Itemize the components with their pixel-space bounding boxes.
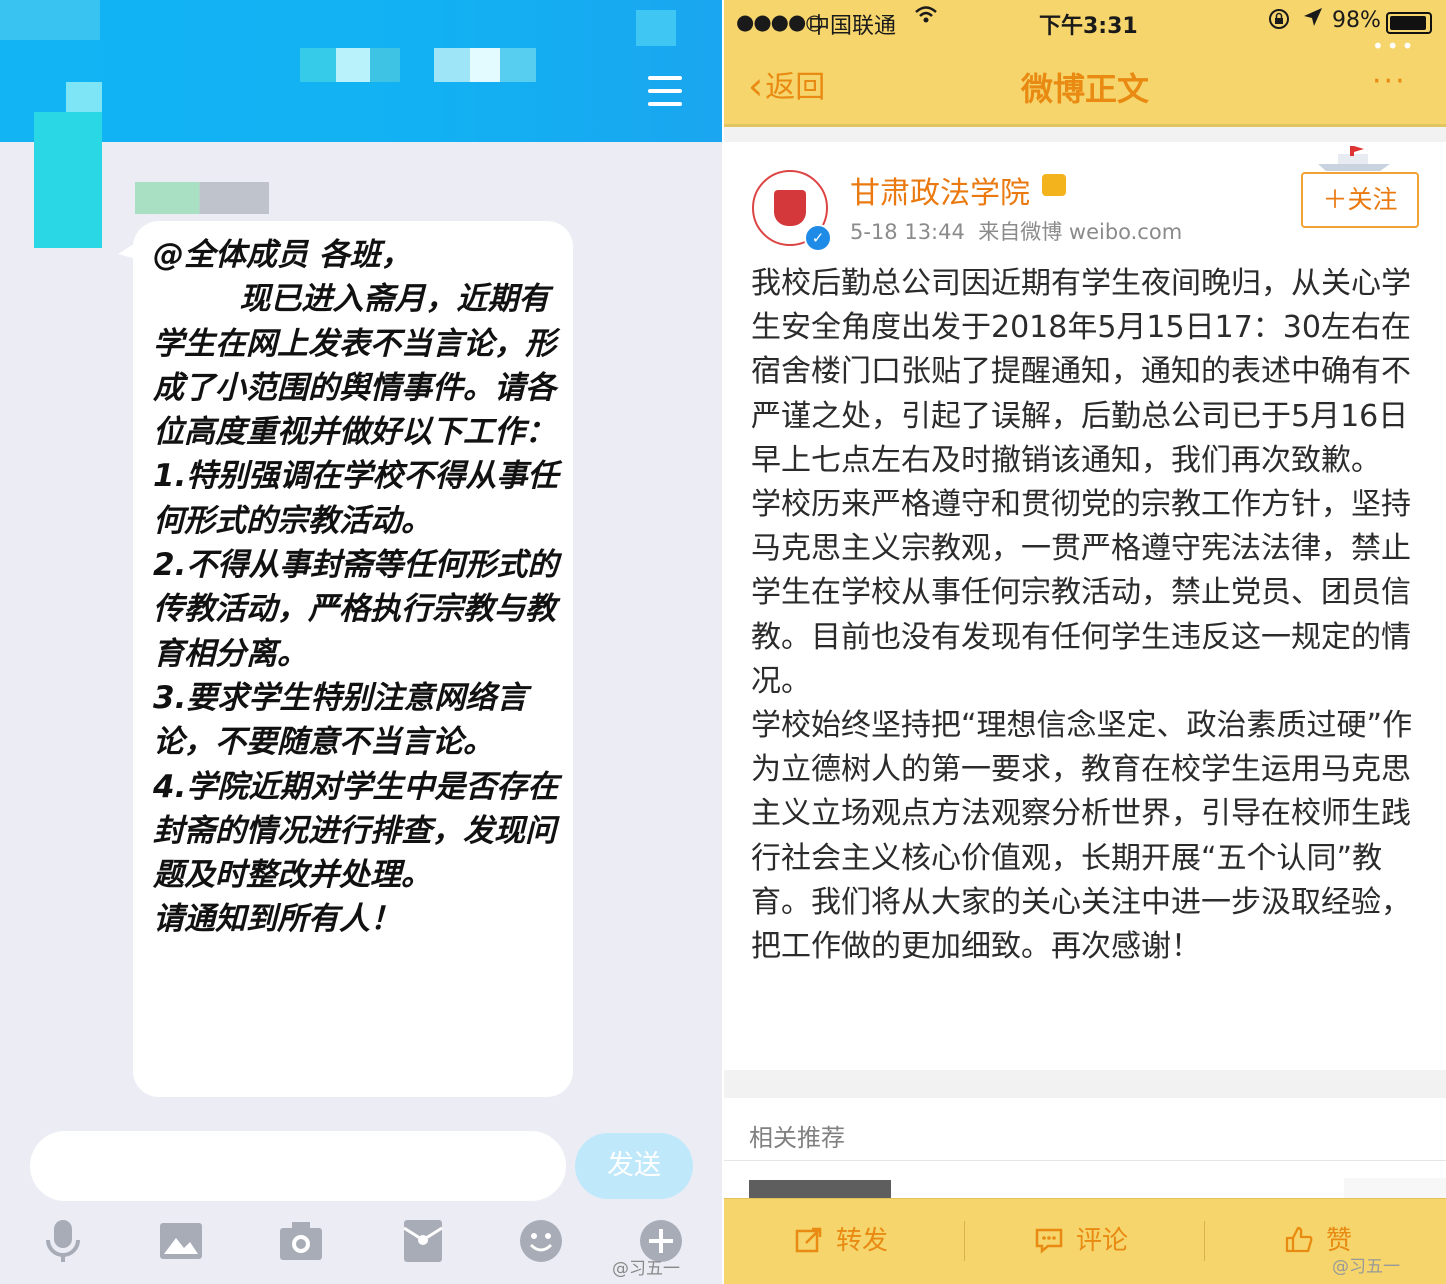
weibo-header: ●●●●○ 中国联通 下午3:31 98% ••• ‹返回 微博正文 ···	[724, 0, 1446, 127]
battery-icon	[1386, 12, 1432, 34]
weibo-post-card: ✓ 甘肃政法学院 5-18 13:44 来自微博 weibo.com ＋关注 我…	[724, 142, 1446, 1070]
emoji-icon[interactable]	[518, 1218, 564, 1264]
more-button[interactable]: ···	[1372, 64, 1407, 99]
post-body: 我校后勤总公司因近期有学生夜间晚归，从关心学生安全角度出发于2018年5月15日…	[751, 266, 1413, 965]
page-title: 微博正文	[1020, 70, 1149, 108]
ship-decoration-icon	[1318, 146, 1390, 171]
status-bar: ●●●●○ 中国联通 下午3:31 98%	[724, 0, 1446, 44]
qq-chat-screen: @全体成员 各班， 现已进入斋月，近期有学生在网上发表不当言论，形成了小范围的舆…	[0, 0, 722, 1284]
section-title: 相关推荐	[749, 1124, 845, 1152]
comment-label: 评论	[1076, 1226, 1129, 1256]
weibo-post-screen: ●●●●○ 中国联通 下午3:31 98% ••• ‹返回 微博正文 ··· ✓…	[724, 0, 1446, 1284]
comment-icon	[1035, 1228, 1063, 1254]
follow-button[interactable]: ＋关注	[1301, 172, 1419, 228]
divider	[724, 1160, 1446, 1161]
capsule-dots-icon: •••	[1372, 34, 1417, 58]
separator	[964, 1221, 965, 1261]
rotation-lock-icon	[1268, 8, 1290, 36]
watermark: @习五一	[612, 1259, 680, 1279]
menu-icon[interactable]	[648, 74, 684, 108]
microphone-icon[interactable]	[40, 1218, 86, 1264]
related-recommendations: 相关推荐	[724, 1098, 1446, 1208]
thumbs-up-icon	[1285, 1226, 1313, 1253]
image-icon[interactable]	[158, 1218, 204, 1264]
repost-button[interactable]: 转发	[794, 1221, 888, 1261]
verified-badge-icon: ✓	[804, 224, 832, 252]
camera-icon[interactable]	[278, 1218, 324, 1264]
battery-percent: 98%	[1332, 8, 1381, 33]
back-button[interactable]: ‹返回	[748, 62, 826, 108]
sender-name-censored	[135, 182, 269, 214]
message-bubble[interactable]: @全体成员 各班， 现已进入斋月，近期有学生在网上发表不当言论，形成了小范围的舆…	[133, 221, 573, 1097]
post-meta: 5-18 13:44 来自微博 weibo.com	[850, 216, 1182, 246]
author-name[interactable]: 甘肃政法学院	[850, 168, 1030, 212]
send-button[interactable]: 发送	[575, 1133, 693, 1199]
location-arrow-icon	[1302, 6, 1324, 34]
chevron-left-icon: ‹	[748, 64, 764, 108]
censored-back-area	[66, 82, 102, 114]
red-packet-icon[interactable]	[400, 1218, 446, 1264]
sender-avatar-censored[interactable]	[34, 112, 102, 248]
carrier-label: 中国联通	[808, 14, 897, 39]
post-timestamp: 5-18 13:44	[850, 220, 965, 244]
repost-label: 转发	[836, 1226, 889, 1256]
vip-crown-icon	[1042, 174, 1066, 196]
message-input[interactable]	[30, 1131, 566, 1201]
censored-group-name	[300, 48, 536, 82]
repost-icon	[795, 1227, 822, 1253]
post-source: 来自微博 weibo.com	[978, 220, 1183, 244]
censored-status-area	[0, 0, 100, 40]
qq-chat-header	[0, 0, 722, 142]
wifi-icon	[914, 4, 938, 32]
censored-top-right	[636, 10, 676, 46]
comment-button[interactable]: 评论	[1034, 1221, 1128, 1261]
clock-label: 下午3:31	[1039, 14, 1138, 39]
message-text: @全体成员 各班， 现已进入斋月，近期有学生在网上发表不当言论，形成了小范围的舆…	[153, 237, 559, 938]
separator	[1204, 1221, 1205, 1261]
watermark: @习五一	[1332, 1257, 1400, 1277]
back-label: 返回	[765, 70, 826, 105]
